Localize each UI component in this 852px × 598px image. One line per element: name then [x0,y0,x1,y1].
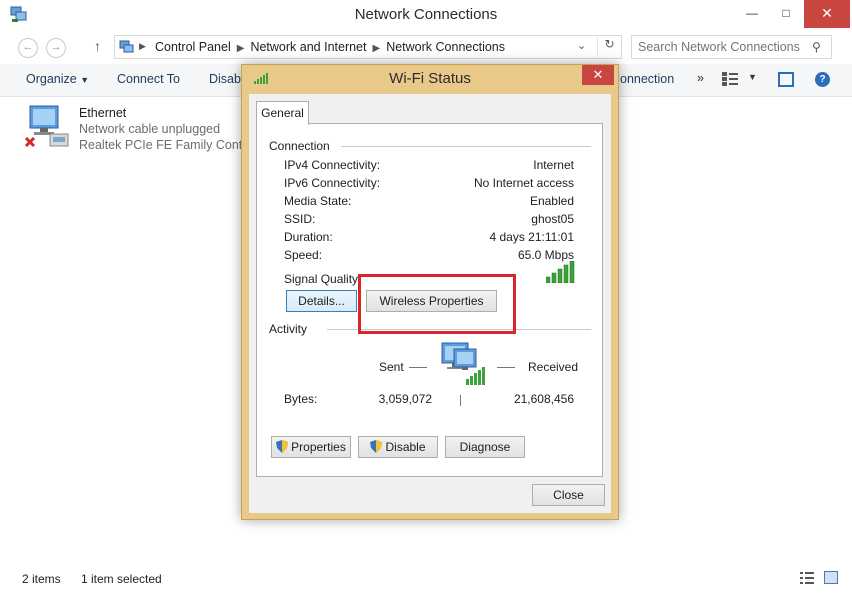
help-icon[interactable]: ? [815,72,830,87]
details-button[interactable]: Details... [286,290,357,312]
address-row: ← → ↑ ▶ Control Panel ▶ Network and Intern… [0,30,852,64]
change-view-icon[interactable] [722,72,738,86]
title-bar: Network Connections — □ ✕ [0,0,852,30]
duration-value: 4 days 21:11:01 [489,230,574,244]
minimize-icon: — [746,6,758,20]
back-button[interactable]: ← [18,38,38,58]
maximize-button[interactable]: □ [770,0,802,28]
window-title: Network Connections [354,6,498,23]
received-line [497,367,515,368]
address-dropdown-button[interactable]: ⌄ [577,39,593,52]
bytes-sent-value: 3,059,072 [378,392,432,406]
item-status: Network cable unplugged [79,122,221,136]
item-count: 2 items [22,572,61,586]
more-commands-button[interactable]: » [697,71,704,85]
breadcrumb-control-panel[interactable]: Control Panel [155,40,231,54]
connection-group-label: Connection [269,139,334,153]
status-bar: 2 items 1 item selected [0,570,852,598]
group-divider [341,146,591,147]
signal-strength-icon [546,261,575,283]
chevron-down-icon: ⌄ [577,40,587,52]
signal-quality-label: Signal Quality: [284,272,362,286]
ipv6-label: IPv6 Connectivity: [284,176,381,190]
address-bar[interactable]: ▶ Control Panel ▶ Network and Internet ▶ Net… [114,35,622,59]
network-folder-icon [119,40,134,53]
close-button[interactable]: Close [532,484,605,506]
received-label: Received [528,360,579,374]
disable-label: Disable [385,440,426,454]
sent-line [409,367,427,368]
up-button[interactable]: ↑ [94,38,101,54]
refresh-icon: ↻ [604,37,615,51]
chevron-right-icon: ▶ [236,43,245,54]
item-adapter: Realtek PCIe FE Family Controll [79,138,259,152]
tab-general[interactable]: General [256,101,309,125]
search-icon[interactable]: ⚲ [812,40,821,54]
view-options-dropdown[interactable]: ▼ [748,72,757,82]
breadcrumb-network-and-internet[interactable]: Network and Internet [250,40,366,54]
diagnose-button[interactable]: Diagnose [445,436,525,458]
highlight-box [358,274,516,334]
dialog-close-button[interactable]: ✕ [582,65,614,85]
arrow-left-icon: ← [22,41,34,53]
ipv4-value: Internet [533,158,574,172]
speed-label: Speed: [284,248,323,262]
activity-group-label: Activity [269,322,312,336]
media-state-label: Media State: [284,194,352,208]
search-box[interactable]: ⚲ [631,35,832,59]
disable-button[interactable]: Disable [358,436,438,458]
details-view-icon[interactable] [800,572,814,584]
ssid-value: ghost05 [531,212,574,226]
dialog-title: Wi-Fi Status [389,70,471,87]
uac-shield-icon [276,440,289,453]
selection-count: 1 item selected [81,572,162,586]
preview-pane-icon[interactable] [778,72,794,87]
refresh-button[interactable]: ↻ [597,37,621,57]
connect-to-button[interactable]: Connect To [117,72,180,86]
properties-label: Properties [291,440,346,454]
organize-label: Organize [26,72,77,86]
close-icon: ✕ [821,5,833,21]
maximize-icon: □ [782,6,790,20]
duration-label: Duration: [284,230,333,244]
uac-shield-icon [370,440,383,453]
connection-settings-button[interactable]: onnection [620,72,674,86]
close-icon: ✕ [592,67,604,82]
speed-value: 65.0 Mbps [517,248,574,262]
caret-down-icon: ▼ [80,75,90,85]
arrow-up-icon: ↑ [94,38,101,54]
ssid-label: SSID: [284,212,316,226]
window-close-button[interactable]: ✕ [804,0,850,28]
sent-label: Sent [379,360,404,374]
search-input[interactable] [638,40,808,54]
breadcrumb-network-connections[interactable]: Network Connections [386,40,505,54]
bytes-received-value: 21,608,456 [513,392,574,406]
item-name: Ethernet [79,106,127,120]
chevron-right-icon: ▶ [139,41,146,51]
arrow-right-icon: → [50,41,62,53]
large-icons-view-icon[interactable] [824,571,838,584]
ethernet-adapter-icon [24,105,69,148]
organize-menu[interactable]: Organize ▼ [26,72,89,86]
properties-button[interactable]: Properties [271,436,351,458]
network-activity-icon [441,342,485,385]
disable-device-button[interactable]: Disabl [209,72,244,86]
breadcrumb: Control Panel ▶ Network and Internet ▶ Netwo… [155,40,505,54]
chevron-right-icon: ▶ [372,43,381,54]
ipv4-label: IPv4 Connectivity: [284,158,381,172]
minimize-button[interactable]: — [736,0,768,28]
caret-down-icon: ▼ [748,72,757,82]
media-state-value: Enabled [529,194,574,208]
ipv6-value: No Internet access [473,176,574,190]
forward-button[interactable]: → [46,38,66,58]
